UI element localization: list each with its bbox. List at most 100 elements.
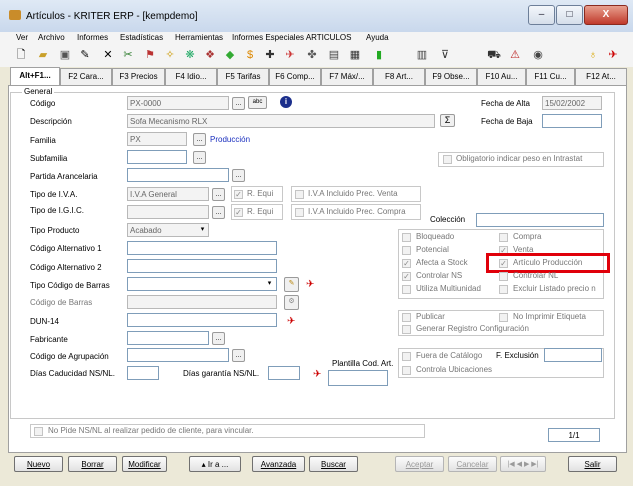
tab-tarifas[interactable]: F5 Tarifas bbox=[217, 68, 269, 85]
buscar-button[interactable]: Buscar bbox=[309, 456, 358, 472]
tipo-igic-field[interactable] bbox=[127, 205, 209, 219]
exit-pin-icon[interactable]: ✈ bbox=[606, 48, 620, 62]
cod-alt1-field[interactable] bbox=[127, 241, 277, 255]
codigo-field[interactable]: PX-0000 bbox=[127, 96, 229, 110]
dias-gar-field[interactable] bbox=[268, 366, 300, 380]
cod-agrup-ellipsis-button[interactable]: ... bbox=[232, 349, 245, 362]
tab-atributos[interactable]: F12 At... bbox=[575, 68, 627, 85]
menu-ver[interactable]: Ver bbox=[16, 33, 28, 42]
pin-icon[interactable]: ✈ bbox=[306, 280, 314, 290]
wand-icon[interactable]: ✧ bbox=[163, 48, 177, 62]
fecha-alta-field[interactable]: 15/02/2002 bbox=[542, 96, 602, 110]
sigma-button[interactable]: Σ bbox=[440, 114, 455, 127]
familia-link[interactable]: Producción bbox=[210, 135, 250, 144]
tab-idiomas[interactable]: F4 Idio... bbox=[165, 68, 217, 85]
chevron-down-icon[interactable]: ▾ bbox=[196, 224, 209, 237]
partida-ellipsis-button[interactable]: ... bbox=[232, 169, 245, 182]
save-icon[interactable]: ▣ bbox=[58, 48, 72, 62]
plantilla-field[interactable] bbox=[328, 370, 388, 386]
link-icon[interactable]: ✤ bbox=[305, 48, 319, 62]
print-icon[interactable]: ▦ bbox=[348, 48, 362, 62]
potencial-checkbox[interactable] bbox=[402, 246, 411, 255]
lightbulb-icon[interactable]: ♁ bbox=[586, 48, 600, 62]
dun-field[interactable] bbox=[127, 313, 277, 327]
cod-barras-field[interactable] bbox=[127, 295, 277, 309]
dun-pin-icon[interactable]: ✈ bbox=[287, 317, 295, 327]
barcode-settings-icon[interactable]: ⚙ bbox=[284, 295, 299, 310]
descripcion-field[interactable]: Sofa Mecanismo RLX bbox=[127, 114, 435, 128]
f-exclusion-field[interactable] bbox=[544, 348, 602, 362]
chart-icon[interactable]: ▮ bbox=[372, 48, 386, 62]
controla-ubicaciones-checkbox[interactable] bbox=[402, 366, 411, 375]
familia-field[interactable]: PX bbox=[127, 132, 187, 146]
familia-ellipsis-button[interactable]: ... bbox=[193, 133, 206, 146]
no-imprimir-checkbox[interactable] bbox=[499, 313, 508, 322]
coleccion-field[interactable] bbox=[476, 213, 604, 227]
controlar-ns-checkbox[interactable]: ✓ bbox=[402, 272, 411, 281]
fecha-baja-field[interactable] bbox=[542, 114, 602, 128]
money-icon[interactable]: $ bbox=[243, 48, 257, 62]
tipo-igic-ellipsis-button[interactable]: ... bbox=[212, 206, 225, 219]
nuevo-button[interactable]: Nuevo bbox=[14, 456, 63, 472]
salir-button[interactable]: Salir bbox=[568, 456, 617, 472]
chevron-down-icon[interactable]: ▾ bbox=[263, 278, 276, 291]
subfamilia-field[interactable] bbox=[127, 150, 187, 164]
tab-compras[interactable]: F6 Comp... bbox=[269, 68, 321, 85]
info-icon[interactable]: i bbox=[280, 96, 292, 108]
tab-observaciones[interactable]: F9 Obse... bbox=[425, 68, 477, 85]
tag-icon[interactable]: ✚ bbox=[263, 48, 277, 62]
aceptar-button[interactable]: Aceptar bbox=[395, 456, 444, 472]
tab-maximos[interactable]: F7 Máx/... bbox=[321, 68, 373, 85]
cod-alt2-field[interactable] bbox=[127, 259, 277, 273]
tab-cuentas[interactable]: F11 Cu... bbox=[526, 68, 575, 85]
fabricante-field[interactable] bbox=[127, 331, 209, 345]
menu-informes-especiales[interactable]: Informes Especiales ARTICULOS bbox=[232, 33, 351, 42]
excluir-listado-checkbox[interactable] bbox=[499, 285, 508, 294]
tipo-iva-field[interactable]: I.V.A General bbox=[127, 187, 209, 201]
edit-icon[interactable]: ✎ bbox=[78, 48, 92, 62]
spellcheck-button[interactable]: abc bbox=[248, 96, 267, 109]
utiliza-multiunidad-checkbox[interactable] bbox=[402, 285, 411, 294]
fuera-catalogo-checkbox[interactable] bbox=[402, 352, 411, 361]
fabricante-ellipsis-button[interactable]: ... bbox=[212, 332, 225, 345]
partida-field[interactable] bbox=[127, 168, 229, 182]
generar-registro-checkbox[interactable] bbox=[402, 325, 411, 334]
close-button[interactable]: X bbox=[584, 5, 628, 25]
menu-informes[interactable]: Informes bbox=[77, 33, 108, 42]
record-nav-buttons[interactable]: |◀ ◀ ▶ ▶| bbox=[500, 456, 546, 472]
cod-agrup-field[interactable] bbox=[127, 348, 229, 362]
menu-ayuda[interactable]: Ayuda bbox=[366, 33, 389, 42]
tipo-cod-barras-select[interactable] bbox=[127, 277, 277, 291]
controlar-nl-checkbox[interactable] bbox=[499, 272, 508, 281]
money-bag-icon[interactable]: ◉ bbox=[531, 48, 545, 62]
codigo-ellipsis-button[interactable]: ... bbox=[232, 97, 245, 110]
filter-icon[interactable]: ⚑ bbox=[143, 48, 157, 62]
menu-herramientas[interactable]: Herramientas bbox=[175, 33, 223, 42]
maximize-button[interactable]: □ bbox=[556, 5, 583, 25]
tools-icon[interactable]: ✂ bbox=[121, 48, 135, 62]
dias-cad-field[interactable] bbox=[127, 366, 159, 380]
pencil-icon[interactable]: ✎ bbox=[284, 277, 299, 292]
tab-general[interactable]: Alt+F1... bbox=[10, 67, 60, 86]
avanzada-button[interactable]: Avanzada bbox=[252, 456, 305, 472]
modificar-button[interactable]: Modificar bbox=[122, 456, 167, 472]
minimize-button[interactable]: – bbox=[528, 5, 555, 25]
stock-icon[interactable]: ◆ bbox=[223, 48, 237, 62]
compra-checkbox[interactable] bbox=[499, 233, 508, 242]
menu-archivo[interactable]: Archivo bbox=[38, 33, 65, 42]
magic-icon[interactable]: ❋ bbox=[183, 48, 197, 62]
alert-icon[interactable]: ⚠ bbox=[508, 48, 522, 62]
cancelar-button[interactable]: Cancelar bbox=[448, 456, 497, 472]
delete-icon[interactable]: ✕ bbox=[101, 48, 115, 62]
open-folder-icon[interactable]: ▰ bbox=[36, 48, 50, 62]
truck-icon[interactable]: ⛟ bbox=[487, 48, 501, 62]
tab-auxiliar[interactable]: F10 Au... bbox=[477, 68, 526, 85]
tab-precios[interactable]: F3 Precios bbox=[112, 68, 165, 85]
afecta-stock-checkbox[interactable]: ✓ bbox=[402, 259, 411, 268]
grid-icon[interactable]: ▤ bbox=[327, 48, 341, 62]
bloqueado-checkbox[interactable] bbox=[402, 233, 411, 242]
tab-articulos[interactable]: F8 Art... bbox=[373, 68, 425, 85]
tipo-iva-ellipsis-button[interactable]: ... bbox=[212, 188, 225, 201]
plantilla-pin-icon[interactable]: ✈ bbox=[313, 370, 321, 380]
barcode-icon[interactable]: ▥ bbox=[415, 48, 429, 62]
